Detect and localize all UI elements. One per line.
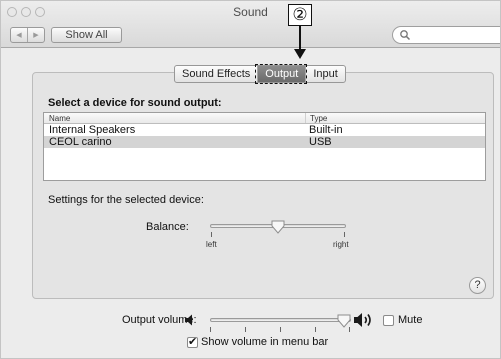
volume-tick <box>280 327 281 332</box>
balance-slider-knob[interactable] <box>271 220 285 234</box>
device-type-cell: USB <box>309 136 332 148</box>
tab-output[interactable]: Output <box>255 64 308 84</box>
volume-tick <box>245 327 246 332</box>
output-device-table: Name Type Internal Speakers Built-in CEO… <box>43 112 486 181</box>
output-volume-slider[interactable] <box>210 318 351 322</box>
checkmark-icon: ✔ <box>188 335 198 348</box>
search-icon <box>400 30 411 41</box>
back-arrow-icon[interactable]: ◀ <box>11 28 27 42</box>
device-type-cell: Built-in <box>309 124 343 136</box>
balance-tick-left <box>211 232 212 237</box>
window-title: Sound <box>233 5 268 19</box>
tab-input[interactable]: Input <box>305 66 344 82</box>
speaker-high-icon <box>354 313 371 327</box>
table-header: Name Type <box>44 113 485 124</box>
mute-label: Mute <box>398 314 423 326</box>
column-header-type[interactable]: Type <box>305 113 485 123</box>
title-bar: Sound ◀ ▶ Show All <box>1 1 500 48</box>
select-device-heading: Select a device for sound output: <box>48 97 222 109</box>
mute-checkbox[interactable] <box>383 315 394 326</box>
callout-arrow-head <box>294 49 306 59</box>
device-name-cell: CEOL carino <box>49 136 112 148</box>
table-row[interactable]: CEOL carino USB <box>44 136 485 148</box>
balance-label: Balance: <box>146 221 189 233</box>
column-header-name[interactable]: Name <box>44 113 305 123</box>
show-volume-checkbox[interactable]: ✔ <box>187 335 198 348</box>
balance-right-label: right <box>333 240 349 249</box>
volume-tick <box>210 327 211 332</box>
search-input[interactable] <box>392 26 500 44</box>
step-callout: ② <box>288 4 312 26</box>
output-volume-slider-knob[interactable] <box>337 314 351 328</box>
tab-sound-effects[interactable]: Sound Effects <box>175 66 257 82</box>
help-button[interactable]: ? <box>469 277 486 294</box>
table-row[interactable]: Internal Speakers Built-in <box>44 124 485 136</box>
volume-tick <box>315 327 316 332</box>
balance-left-label: left <box>206 240 217 249</box>
settings-label: Settings for the selected device: <box>48 194 204 206</box>
callout-arrow-shaft <box>299 26 301 50</box>
forward-arrow-icon[interactable]: ▶ <box>27 28 44 42</box>
device-name-cell: Internal Speakers <box>49 124 136 136</box>
show-volume-label: Show volume in menu bar <box>201 336 329 348</box>
sound-preferences-window: Sound ◀ ▶ Show All ② Sound Effects Outpu… <box>0 0 501 359</box>
balance-tick-right <box>344 232 345 237</box>
navigation-buttons: ◀ ▶ <box>10 27 45 43</box>
show-all-button[interactable]: Show All <box>51 27 122 43</box>
tab-bar: Sound Effects Output Input <box>174 64 346 84</box>
speaker-low-icon <box>185 314 192 326</box>
